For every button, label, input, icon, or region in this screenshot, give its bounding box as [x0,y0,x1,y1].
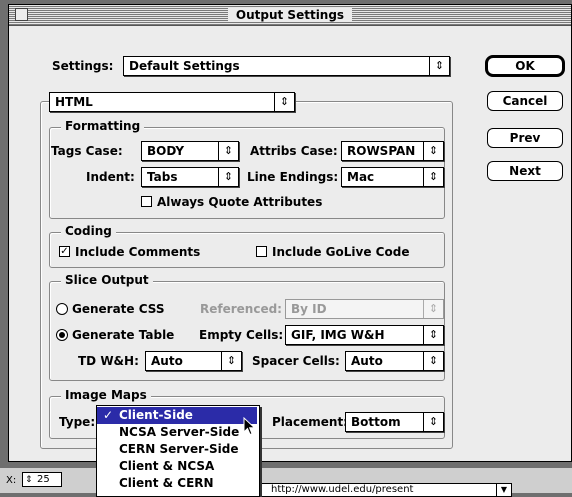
formatting-title: Formatting [61,119,145,133]
format-value: HTML [55,95,93,109]
referenced-label: Referenced: [200,302,282,316]
attribs-case-popup[interactable]: ROWSPAN ⇕ [341,141,444,161]
menu-item-client-ncsa[interactable]: Client & NCSA [97,458,257,475]
menu-item-ncsa-server-side[interactable]: NCSA Server-Side [97,424,257,441]
next-button[interactable]: Next [487,161,563,181]
generate-table-label: Generate Table [72,328,175,342]
spacer-cells-value: Auto [351,354,383,368]
indent-popup[interactable]: Tabs ⇕ [141,167,239,187]
popup-arrows-icon: ⇕ [423,168,443,186]
title-bar[interactable]: Output Settings [9,5,571,26]
x-coordinate-field[interactable]: ⇕ 25 [22,472,62,487]
popup-arrows-icon: ⇕ [423,326,443,344]
empty-cells-label: Empty Cells: [199,328,284,342]
image-maps-title: Image Maps [61,388,151,402]
url-field[interactable]: http://www.udel.edu/present ▼ [250,483,512,497]
popup-arrows-icon: ⇕ [423,413,443,431]
placement-popup[interactable]: Bottom ⇕ [345,412,444,432]
attribs-case-label: Attribs Case: [250,144,338,158]
popup-arrows-icon: ⇕ [429,57,449,75]
always-quote-checkbox[interactable] [141,196,152,207]
include-golive-checkbox[interactable] [256,246,267,257]
placement-value: Bottom [351,415,401,429]
referenced-popup[interactable]: By ID ⇕ [285,299,444,319]
spacer-cells-label: Spacer Cells: [252,354,340,368]
stepper-arrows-icon[interactable]: ⇕ [25,473,33,487]
settings-label: Settings: [52,59,114,73]
dropdown-arrow-icon[interactable]: ▼ [496,484,511,496]
include-comments-label: Include Comments [75,245,201,259]
menu-item-cern-server-side[interactable]: CERN Server-Side [97,441,257,458]
line-endings-popup[interactable]: Mac ⇕ [341,167,444,187]
indent-label: Indent: [86,170,135,184]
referenced-value: By ID [291,302,327,316]
window-title: Output Settings [227,8,353,22]
line-endings-value: Mac [347,170,375,184]
popup-arrows-icon: ⇕ [218,168,238,186]
generate-css-label: Generate CSS [72,302,165,316]
popup-arrows-icon: ⇕ [423,352,443,370]
generate-css-radio[interactable] [56,303,68,315]
include-golive-label: Include GoLive Code [272,245,410,259]
tags-case-value: BODY [147,144,185,158]
checkmark-icon: ✓ [103,408,114,422]
attribs-case-value: ROWSPAN [347,144,416,158]
slice-output-title: Slice Output [61,273,153,287]
placement-label: Placement: [272,415,348,429]
status-bar: X: ⇕ 25 http://www.udel.edu/present ▼ [0,468,572,497]
tags-case-label: Tags Case: [51,144,123,158]
popup-arrows-icon: ⇕ [218,142,238,160]
line-endings-label: Line Endings: [247,170,339,184]
tags-case-popup[interactable]: BODY ⇕ [141,141,239,161]
popup-arrows-icon: ⇕ [221,352,241,370]
spacer-cells-popup[interactable]: Auto ⇕ [345,351,444,371]
popup-arrows-icon: ⇕ [423,300,443,318]
popup-arrows-icon: ⇕ [274,93,294,111]
settings-value: Default Settings [129,59,240,73]
image-map-type-menu: ✓ Client-Side NCSA Server-Side CERN Serv… [96,405,260,497]
always-quote-label: Always Quote Attributes [157,195,323,209]
menu-item-client-side[interactable]: ✓ Client-Side [97,407,257,424]
empty-cells-value: GIF, IMG W&H [291,328,385,342]
cancel-button[interactable]: Cancel [487,91,563,111]
td-wh-label: TD W&H: [78,354,139,368]
x-coordinate-label: X: [6,475,17,486]
type-label: Type: [59,415,96,429]
ok-button[interactable]: OK [485,55,565,77]
output-settings-dialog: Output Settings Settings: Default Settin… [8,4,572,462]
arrow-cursor-icon [243,417,256,436]
include-comments-checkbox[interactable]: ✓ [59,246,70,257]
generate-table-radio[interactable] [56,329,68,341]
popup-arrows-icon: ⇕ [423,142,443,160]
x-coordinate-value: 25 [37,474,50,485]
td-wh-popup[interactable]: Auto ⇕ [145,351,242,371]
empty-cells-popup[interactable]: GIF, IMG W&H ⇕ [285,325,444,345]
url-text: http://www.udel.edu/present [271,484,414,495]
coding-title: Coding [61,224,116,238]
indent-value: Tabs [147,170,178,184]
menu-item-client-cern[interactable]: Client & CERN [97,475,257,492]
td-wh-value: Auto [151,354,183,368]
prev-button[interactable]: Prev [487,128,563,148]
format-popup[interactable]: HTML ⇕ [49,92,295,112]
settings-popup[interactable]: Default Settings ⇕ [123,56,450,76]
